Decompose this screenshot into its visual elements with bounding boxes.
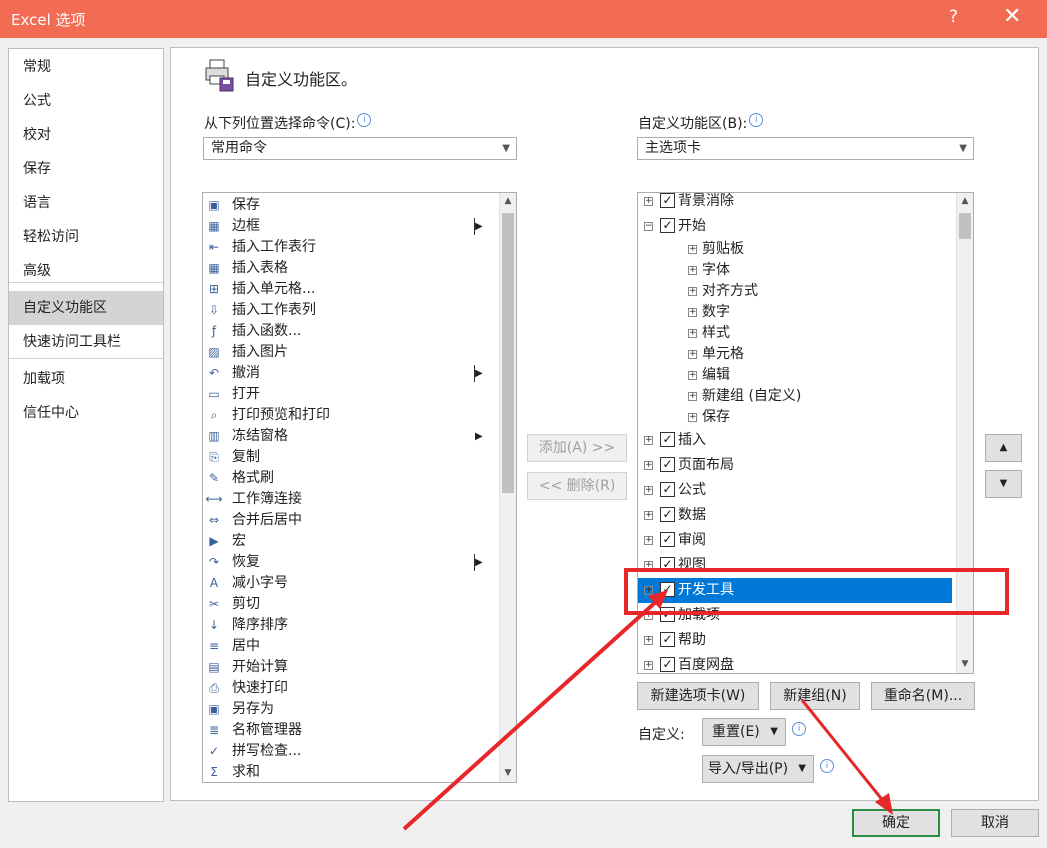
annotation-arrow: [800, 699, 886, 803]
annotation-arrow: [402, 598, 660, 831]
annotation-overlay: [402, 568, 1009, 831]
highlight-box: [624, 568, 1009, 615]
